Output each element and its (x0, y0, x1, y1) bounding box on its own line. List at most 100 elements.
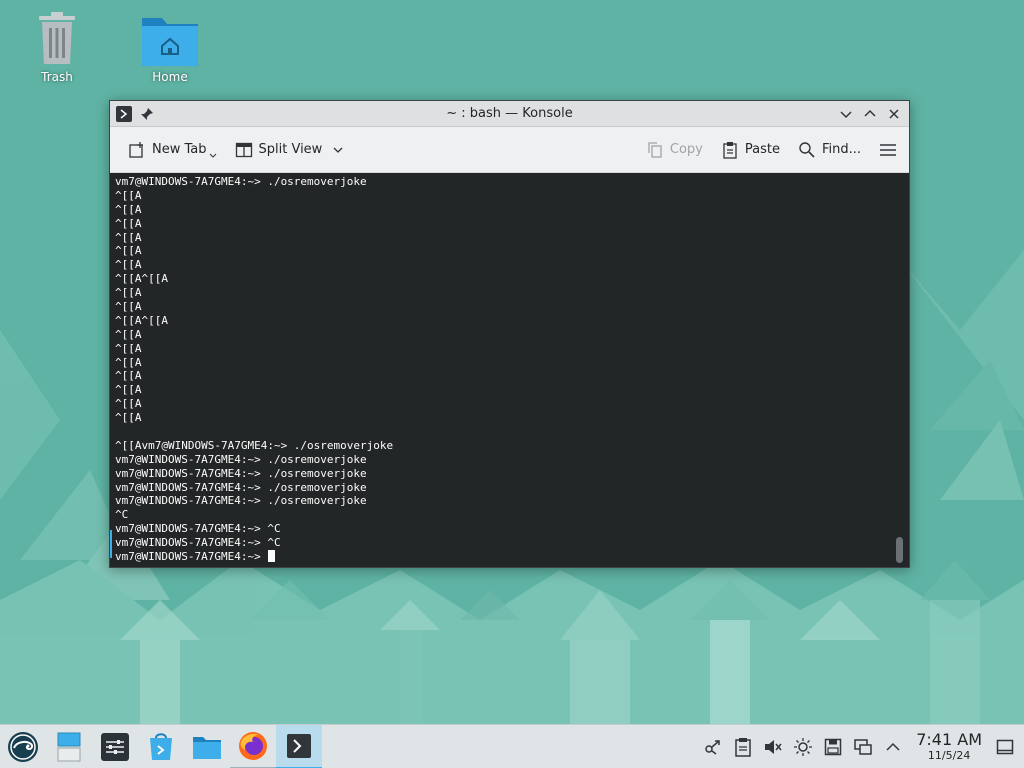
chevron-down-icon (209, 153, 216, 158)
copy-button[interactable]: Copy (644, 137, 705, 163)
volume-muted-icon (765, 739, 782, 754)
terminal-line: vm7@WINDOWS-7A7GME4:~> ^C (115, 522, 281, 536)
terminal-line: ^[[A^[[A (115, 313, 168, 327)
split-view-label: Split View (258, 142, 323, 157)
taskbar: 7:41 AM 11/5/24 (0, 724, 1024, 768)
terminal-line: ^[[A (115, 188, 142, 202)
firefox-icon (239, 731, 267, 760)
desktop-pager[interactable] (46, 725, 92, 768)
show-desktop-icon (996, 739, 1014, 754)
taskbar-konsole[interactable] (276, 724, 322, 768)
taskbar-dolphin[interactable] (184, 725, 230, 768)
tray-network[interactable] (850, 732, 876, 762)
konsole-window: ~ : bash — Konsole New Tab Split View Co… (109, 100, 910, 568)
selection-marker (110, 530, 112, 558)
terminal-lines: vm7@WINDOWS-7A7GME4:~> ./osremoverjoke ^[… (115, 175, 909, 550)
chevron-down-icon (333, 147, 343, 153)
terminal-line: ^[[A (115, 341, 142, 355)
terminal-line: ^[[A^[[A (115, 272, 168, 286)
text-cursor (268, 550, 276, 563)
copy-icon (648, 141, 662, 158)
paste-icon (723, 141, 737, 159)
application-launcher[interactable] (0, 725, 46, 768)
window-title: ~ : bash — Konsole (446, 106, 573, 121)
konsole-toolbar: New Tab Split View Copy Paste Find... (110, 127, 909, 173)
desktop-icon-label: Home (152, 70, 188, 84)
tray-clipboard[interactable] (730, 732, 756, 762)
taskbar-firefox[interactable] (230, 725, 276, 768)
paste-button[interactable]: Paste (719, 137, 782, 163)
network-wired-icon (854, 738, 872, 755)
konsole-app-icon[interactable] (116, 105, 132, 122)
terminal-line: ^[[A (115, 411, 142, 425)
tray-volume[interactable] (760, 732, 786, 762)
trash-icon (39, 12, 75, 64)
system-settings-icon (101, 732, 129, 761)
terminal-line: ^[[A (115, 286, 142, 300)
close-button[interactable] (883, 103, 905, 125)
desktop-icon-home[interactable]: Home (125, 10, 215, 84)
taskbar-discover[interactable] (138, 725, 184, 768)
pin-icon[interactable] (140, 107, 154, 121)
window-titlebar[interactable]: ~ : bash — Konsole (110, 101, 909, 127)
chevron-up-icon (886, 742, 900, 751)
hamburger-menu-icon (880, 143, 896, 156)
terminal-line: ^[[A (115, 230, 142, 244)
terminal-line: ^[[A (115, 300, 142, 314)
terminal-line: vm7@WINDOWS-7A7GME4:~> ./osremoverjoke (115, 175, 367, 188)
tray-disks[interactable] (820, 732, 846, 762)
discover-icon (150, 732, 172, 760)
terminal-line: ^[[A (115, 258, 142, 272)
tray-brightness[interactable] (790, 732, 816, 762)
terminal-line: vm7@WINDOWS-7A7GME4:~> ./osremoverjoke (115, 494, 367, 508)
terminal-line: vm7@WINDOWS-7A7GME4:~> ./osremoverjoke (115, 452, 367, 466)
terminal-scrollbar[interactable] (896, 537, 903, 563)
terminal-line: ^[[A (115, 216, 142, 230)
desktop-pager-icon (57, 732, 81, 761)
desktop-icon-label: Trash (41, 70, 73, 84)
close-icon (889, 108, 899, 119)
terminal-prompt-line[interactable]: vm7@WINDOWS-7A7GME4:~> (115, 550, 909, 564)
terminal-line: ^[[A (115, 244, 142, 258)
new-tab-icon (129, 141, 143, 158)
terminal-line: ^C (115, 508, 129, 522)
konsole-icon (287, 733, 311, 758)
show-desktop-button[interactable] (992, 732, 1018, 762)
desktop-icon-trash[interactable]: Trash (12, 10, 102, 84)
terminal-line: ^[[A (115, 202, 142, 216)
home-folder-icon (142, 18, 198, 66)
kde-connect-icon (705, 739, 720, 755)
terminal-output[interactable]: vm7@WINDOWS-7A7GME4:~> ./osremoverjoke ^[… (110, 174, 909, 567)
find-label: Find... (821, 142, 861, 157)
terminal-line: ^[[A (115, 355, 142, 369)
terminal-line: ^[[A (115, 327, 142, 341)
tray-expand[interactable] (880, 732, 906, 762)
find-button[interactable]: Find... (796, 137, 863, 163)
new-tab-button[interactable]: New Tab (126, 136, 219, 164)
new-tab-label: New Tab (152, 142, 207, 157)
search-icon (799, 141, 815, 158)
chevron-up-icon (864, 109, 876, 117)
paste-label: Paste (744, 142, 780, 157)
terminal-line: vm7@WINDOWS-7A7GME4:~> ./osremoverjoke (115, 466, 367, 480)
disk-save-icon (824, 738, 842, 755)
taskbar-system-settings[interactable] (92, 725, 138, 768)
digital-clock[interactable]: 7:41 AM 11/5/24 (910, 730, 988, 762)
dolphin-files-icon (193, 736, 221, 759)
terminal-line: ^[[A (115, 397, 142, 411)
clock-time: 7:41 AM (916, 730, 982, 749)
brightness-icon (794, 737, 813, 756)
clipboard-icon (735, 737, 751, 757)
copy-label: Copy (669, 142, 703, 157)
opensuse-launcher-icon (8, 731, 38, 762)
terminal-line: ^[[Avm7@WINDOWS-7A7GME4:~> ./osremoverjo… (115, 438, 394, 452)
terminal-line: vm7@WINDOWS-7A7GME4:~> ^C (115, 536, 281, 550)
minimize-button[interactable] (835, 103, 857, 125)
split-view-button[interactable]: Split View (233, 137, 347, 163)
tray-network-share[interactable] (700, 732, 726, 762)
chevron-down-icon (840, 110, 852, 118)
hamburger-menu-button[interactable] (877, 137, 899, 163)
terminal-line: vm7@WINDOWS-7A7GME4:~> ./osremoverjoke (115, 480, 367, 494)
maximize-button[interactable] (859, 103, 881, 125)
